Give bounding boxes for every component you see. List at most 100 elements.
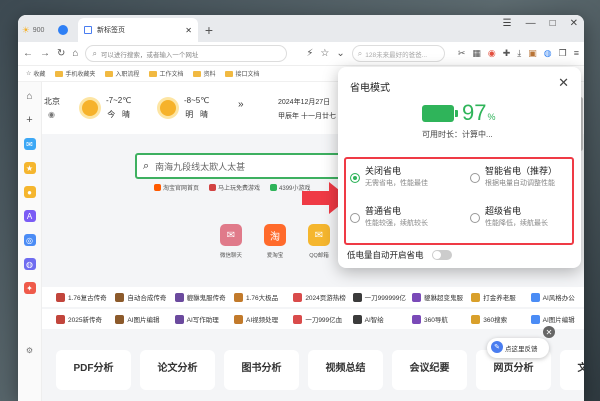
game-link[interactable]: 自动合成传奇 (115, 292, 168, 302)
home-icon[interactable]: ⌂ (72, 48, 78, 59)
toolbar-icons: ✂ ▦ ◉ ✚ ⤓ ▣ ◍ ❐ ≡ (458, 48, 579, 59)
ai-tool-card[interactable]: PDF分析 (56, 350, 131, 390)
close-icon[interactable]: ✕ (543, 326, 555, 338)
tab-new-tab[interactable]: 新标签页 ✕ (78, 18, 198, 42)
bookmark-label: 接口文档 (235, 72, 260, 78)
bookmark-favorites[interactable]: ☆ 收藏 (26, 69, 45, 78)
feedback-button[interactable]: ✎ 点这里反馈 (487, 338, 549, 358)
game-label: 360搜索 (483, 317, 508, 324)
hotlink-games[interactable]: 马上玩免费游戏 (209, 183, 260, 192)
url-input[interactable]: ⌕ 可以进行搜索，或者输入一个网址 (85, 45, 288, 62)
radio-unselected[interactable] (470, 173, 480, 183)
app-wechat-chat[interactable]: ✉ 微信聊天 (216, 224, 246, 259)
bookmark-materials[interactable]: 资料 (193, 69, 215, 78)
shield-icon[interactable]: ◍ (544, 48, 552, 59)
tab-pinned[interactable]: ☀ 900 (18, 18, 48, 42)
game-link[interactable]: 2025新传奇 (56, 314, 109, 324)
scissors-icon[interactable]: ✂ (458, 48, 466, 59)
extension-icon[interactable]: ✚ (503, 48, 511, 59)
app-qqmail[interactable]: ✉ QQ邮箱 (304, 224, 334, 259)
game-link[interactable]: 1.76复古传奇 (56, 292, 109, 302)
power-saving-popup: 省电模式 ✕ 97% 可用时长：计算中... 关闭省电 无需省电，性能最佳 智能省… (338, 67, 581, 268)
home-icon[interactable]: ⌂ (24, 90, 36, 102)
game-label: AI图片编辑 (542, 317, 575, 324)
reload-icon[interactable]: ↻ (57, 48, 65, 59)
assistant-icon[interactable]: ◎ (23, 234, 36, 246)
bookmark-workdocs[interactable]: 工作文档 (149, 69, 183, 78)
search-engine-input[interactable]: ⌕ 128未来最好的爸爸... (351, 45, 445, 62)
discord-icon[interactable]: ◍ (23, 258, 36, 270)
game-link[interactable]: 打金养老服 (471, 292, 524, 302)
game-link[interactable]: 貔貅超变鬼服 (411, 292, 465, 302)
close-icon[interactable]: ✕ (558, 75, 569, 91)
radio-selected[interactable] (350, 173, 360, 183)
new-tab-button[interactable]: + (198, 18, 220, 42)
game-label: AI风格办公 (542, 295, 575, 302)
ai-icon[interactable]: A (23, 210, 36, 222)
bookmark-api-docs[interactable]: 接口文档 (225, 69, 259, 78)
hotlink-taobao[interactable]: 淘宝官网首页 (154, 183, 199, 192)
minimize-icon[interactable]: — (526, 18, 536, 29)
game-link[interactable]: 2024页游热榜 (293, 292, 346, 302)
main-search-input[interactable]: ⌕ 南海九段线太欺人太甚 (135, 153, 365, 179)
forward-icon[interactable]: → (40, 48, 50, 59)
gamepad-icon[interactable]: ✦ (23, 282, 36, 294)
flash-icon[interactable]: ⚡ (306, 48, 313, 59)
bookmark-onboarding[interactable]: 入职流程 (105, 69, 139, 78)
game-link[interactable]: AI图片编辑 (115, 314, 168, 324)
game-icon[interactable]: ◉ (488, 48, 496, 59)
ai-tool-card[interactable]: 论文分析 (140, 350, 215, 390)
remaining-time: 可用时长：计算中... (422, 130, 493, 139)
bookmark-mobile[interactable]: 手机收藏夹 (55, 69, 95, 78)
game-link[interactable]: AI视频处理 (233, 314, 287, 324)
menu-icon[interactable]: ☰ (503, 18, 512, 29)
add-icon[interactable]: + (24, 114, 36, 126)
dropdown-icon[interactable]: ⌄ (336, 48, 344, 59)
menu-icon[interactable]: ≡ (574, 48, 579, 59)
close-window-icon[interactable]: ✕ (570, 18, 578, 29)
game-label: 360导航 (423, 317, 448, 324)
game-link[interactable]: 1.76大极品 (233, 292, 287, 302)
ai-tool-card[interactable]: 图书分析 (224, 350, 299, 390)
weather-city[interactable]: 北京 (44, 96, 60, 107)
mode-normal[interactable]: 普通省电 性能较强，续航较长 (350, 205, 460, 230)
star-icon[interactable]: ☆ (320, 48, 329, 59)
game-link[interactable]: 360搜索 (471, 314, 524, 324)
favorites-icon[interactable]: ★ (23, 162, 36, 174)
game-link[interactable]: AI风格办公 (530, 292, 584, 302)
game-link[interactable]: 一刀999亿血 (293, 314, 346, 324)
game-link[interactable]: 一刀999999亿 (352, 292, 406, 302)
app-label: 微信聊天 (219, 253, 242, 259)
radio-unselected[interactable] (470, 213, 480, 223)
mode-smart[interactable]: 智能省电（推荐） 根据电量自动调整性能 (470, 165, 580, 190)
grid-icon[interactable]: ▦ (472, 48, 481, 59)
maximize-icon[interactable]: □ (550, 18, 556, 29)
ai-tool-card[interactable]: 文档处理 (560, 350, 584, 390)
game-link[interactable]: 貔貅鬼服传奇 (174, 292, 228, 302)
mode-off[interactable]: 关闭省电 无需省电，性能最佳 (350, 165, 460, 190)
close-tab-icon[interactable]: ✕ (185, 26, 192, 35)
mode-super[interactable]: 超级省电 性能降低，续航最长 (470, 205, 580, 230)
auto-power-save-toggle[interactable] (431, 250, 452, 260)
chat-icon[interactable]: ● (23, 186, 36, 198)
wallet-icon[interactable]: ▣ (528, 48, 537, 59)
game-link[interactable]: AI图片编辑 (530, 314, 584, 324)
weather-more-icon[interactable]: » (238, 99, 244, 110)
page-icon (84, 26, 92, 34)
message-icon[interactable]: ✉ (23, 138, 36, 150)
back-icon[interactable]: ← (23, 48, 33, 59)
weather-today-cond: 今 晴 (107, 110, 130, 119)
game-label: 2024页游热榜 (305, 295, 346, 302)
copy-icon[interactable]: ❐ (559, 48, 567, 59)
game-link[interactable]: AI智绘 (352, 314, 406, 324)
radio-unselected[interactable] (350, 213, 360, 223)
download-icon[interactable]: ⤓ (517, 48, 521, 59)
ai-tool-card[interactable]: 会议纪要 (392, 350, 467, 390)
game-icon (530, 292, 540, 302)
tab-pinned-2[interactable] (48, 18, 78, 42)
game-link[interactable]: AI写作助理 (174, 314, 228, 324)
app-aitaobao[interactable]: 淘 爱淘宝 (260, 224, 290, 259)
ai-tool-card[interactable]: 视频总结 (308, 350, 383, 390)
settings-icon[interactable]: ⚙ (24, 344, 36, 356)
game-link[interactable]: 360导航 (411, 314, 465, 324)
